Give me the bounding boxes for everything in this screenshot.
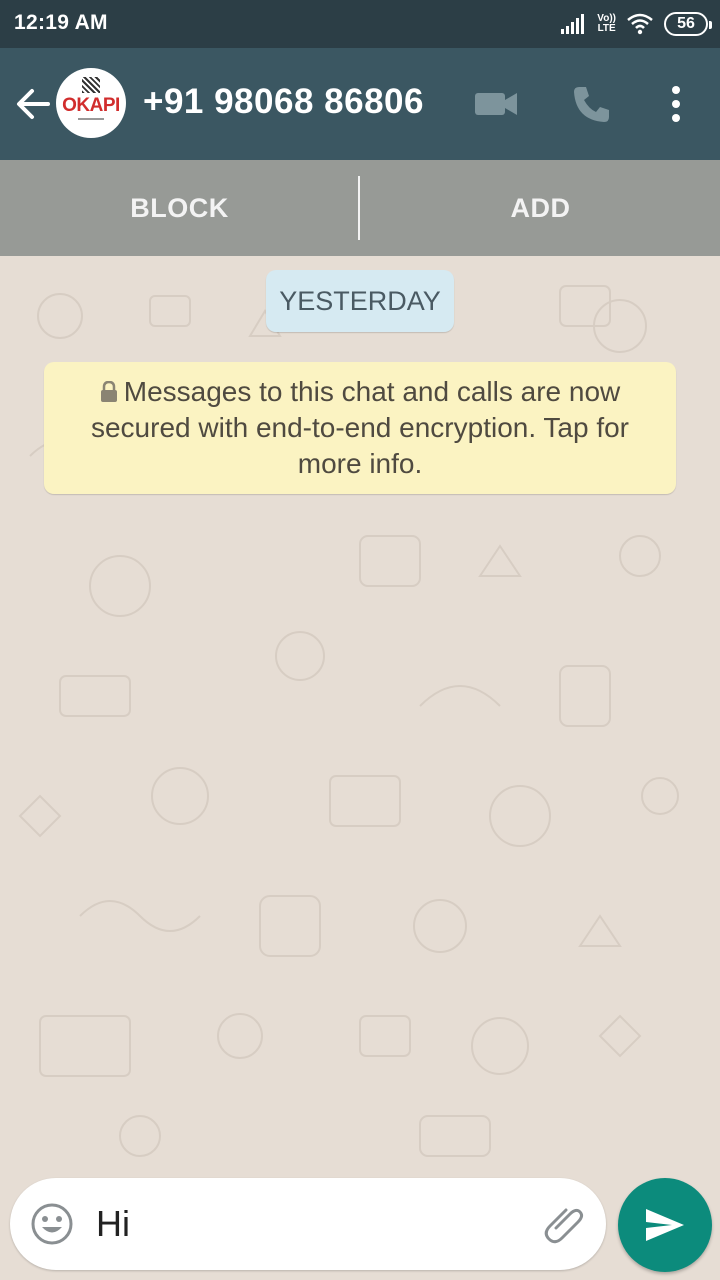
status-time: 12:19 AM xyxy=(14,11,108,34)
video-call-icon[interactable] xyxy=(472,86,520,122)
wifi-icon xyxy=(627,13,653,35)
status-bar: 12:19 AM Vo)) LTE 56 xyxy=(0,0,720,48)
encryption-notice-text: Messages to this chat and calls are now … xyxy=(90,376,629,479)
chat-area[interactable]: YESTERDAY Messages to this chat and call… xyxy=(0,256,720,1180)
avatar-logo-text: OKAPI xyxy=(62,95,120,116)
logo-tagline-line xyxy=(56,118,126,121)
attach-icon[interactable] xyxy=(542,1202,586,1246)
phone-call-icon[interactable] xyxy=(570,82,614,126)
more-options-icon[interactable] xyxy=(662,82,690,126)
date-divider: YESTERDAY xyxy=(266,270,454,332)
volte-bottom-label: LTE xyxy=(597,23,616,34)
avatar[interactable]: OKAPI xyxy=(56,68,126,138)
battery-icon: 56 xyxy=(664,12,712,36)
lock-icon xyxy=(100,381,117,402)
message-input[interactable] xyxy=(96,1198,526,1250)
logo-mark xyxy=(82,77,100,93)
signal-icon xyxy=(561,14,585,34)
back-arrow-icon[interactable] xyxy=(12,84,52,124)
battery-level: 56 xyxy=(677,15,695,32)
contact-name[interactable]: +91 98068 86806 xyxy=(143,82,424,122)
volte-icon: Vo)) LTE xyxy=(597,14,616,34)
block-button[interactable]: BLOCK xyxy=(0,160,359,256)
add-contact-button[interactable]: ADD xyxy=(361,160,720,256)
emoji-icon[interactable] xyxy=(30,1202,74,1246)
send-button[interactable] xyxy=(618,1178,712,1272)
status-icons: Vo)) LTE 56 xyxy=(561,10,712,38)
send-icon xyxy=(646,1209,684,1241)
unknown-contact-actions: BLOCK ADD xyxy=(0,160,720,256)
chat-header: OKAPI +91 98068 86806 xyxy=(0,48,720,160)
message-composer xyxy=(10,1178,606,1270)
action-divider xyxy=(358,176,360,240)
encryption-notice[interactable]: Messages to this chat and calls are now … xyxy=(44,362,676,494)
